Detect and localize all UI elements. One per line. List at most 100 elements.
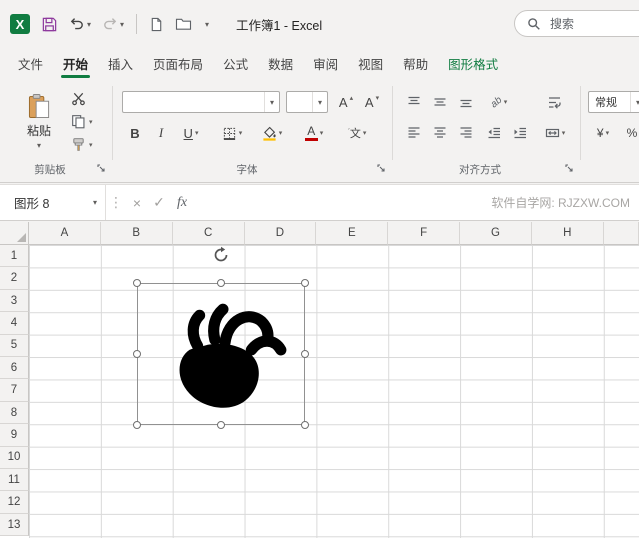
font-name-dropdown-icon[interactable]: ▾: [264, 92, 279, 112]
bottom-align-button[interactable]: [454, 91, 478, 113]
increase-font-size-button[interactable]: A ▴: [334, 91, 358, 113]
resize-handle-bottom-right[interactable]: [301, 421, 309, 429]
copy-button[interactable]: ▾: [68, 111, 106, 132]
column-header-partial[interactable]: [603, 222, 639, 245]
column-header-a[interactable]: A: [29, 222, 101, 245]
align-left-button[interactable]: [402, 122, 426, 144]
underline-button[interactable]: U ▾: [176, 122, 206, 144]
borders-dropdown-icon[interactable]: ▾: [239, 129, 243, 137]
row-header-13[interactable]: 13: [0, 513, 29, 537]
open-file-button[interactable]: [173, 11, 194, 37]
number-format-dropdown-icon[interactable]: ▾: [630, 92, 639, 112]
font-size-combo[interactable]: ▾: [286, 91, 328, 113]
tab-review[interactable]: 审阅: [303, 48, 348, 78]
column-header-h[interactable]: H: [531, 222, 604, 245]
paste-button[interactable]: 粘贴 ▾: [16, 86, 62, 156]
resize-handle-middle-right[interactable]: [301, 350, 309, 358]
row-header-5[interactable]: 5: [0, 334, 29, 358]
bold-button[interactable]: B: [124, 122, 146, 144]
font-color-button[interactable]: A ▾: [298, 122, 330, 144]
tab-insert[interactable]: 插入: [98, 48, 143, 78]
save-button[interactable]: [39, 11, 60, 37]
tab-page-layout[interactable]: 页面布局: [143, 48, 213, 78]
font-size-dropdown-icon[interactable]: ▾: [312, 92, 327, 112]
resize-handle-bottom-left[interactable]: [133, 421, 141, 429]
tab-file[interactable]: 文件: [8, 48, 53, 78]
resize-handle-middle-left[interactable]: [133, 350, 141, 358]
decrease-indent-button[interactable]: [482, 122, 506, 144]
name-box-dropdown-icon[interactable]: ▾: [93, 198, 97, 207]
shape-selection-box[interactable]: [133, 246, 309, 429]
resize-handle-bottom-center[interactable]: [217, 421, 225, 429]
font-name-combo[interactable]: ▾: [122, 91, 280, 113]
name-box[interactable]: 图形 8 ▾: [0, 185, 106, 220]
wrap-text-button[interactable]: [540, 91, 568, 113]
increase-indent-button[interactable]: [508, 122, 532, 144]
number-format-combo[interactable]: 常规 ▾: [588, 91, 639, 113]
phonetic-dropdown-icon[interactable]: ▾: [363, 129, 367, 137]
orientation-dropdown-icon[interactable]: ▾: [504, 98, 508, 106]
row-header-3[interactable]: 3: [0, 289, 29, 313]
resize-handle-top-center[interactable]: [217, 279, 225, 287]
row-header-9[interactable]: 9: [0, 424, 29, 447]
percent-style-button[interactable]: %: [622, 122, 639, 144]
row-header-4[interactable]: 4: [0, 312, 29, 335]
row-header-12[interactable]: 12: [0, 491, 29, 514]
font-color-dropdown-icon[interactable]: ▾: [320, 129, 324, 137]
tab-view[interactable]: 视图: [348, 48, 393, 78]
customize-qat-button[interactable]: ▾: [201, 11, 211, 37]
rotate-handle[interactable]: [212, 246, 230, 264]
decrease-font-size-button[interactable]: A ▾: [360, 91, 384, 113]
orientation-button[interactable]: ab ▾: [482, 91, 516, 113]
tab-home[interactable]: 开始: [53, 48, 98, 78]
tab-data[interactable]: 数据: [258, 48, 303, 78]
search-box[interactable]: 搜索: [514, 10, 639, 37]
row-header-8[interactable]: 8: [0, 401, 29, 425]
tab-formulas[interactable]: 公式: [213, 48, 258, 78]
tab-shape-format[interactable]: 图形格式: [438, 48, 508, 78]
accounting-format-button[interactable]: ¥ ▾: [588, 122, 618, 144]
italic-button[interactable]: I: [150, 122, 172, 144]
row-header-11[interactable]: 11: [0, 469, 29, 492]
resize-handle-top-left[interactable]: [133, 279, 141, 287]
align-right-button[interactable]: [454, 122, 478, 144]
cancel-button[interactable]: ×: [126, 185, 148, 220]
align-center-button[interactable]: [428, 122, 452, 144]
formula-bar-splitter[interactable]: ⋮: [109, 185, 123, 220]
fill-color-dropdown-icon[interactable]: ▾: [279, 129, 283, 137]
cut-button[interactable]: [68, 88, 106, 109]
merge-center-button[interactable]: ▾: [538, 122, 572, 144]
borders-button[interactable]: ▾: [216, 122, 248, 144]
formula-input[interactable]: [198, 185, 519, 220]
paste-dropdown-icon[interactable]: ▾: [37, 141, 41, 150]
resize-handle-top-right[interactable]: [301, 279, 309, 287]
column-header-d[interactable]: D: [244, 222, 317, 245]
accounting-dropdown-icon[interactable]: ▾: [606, 129, 610, 137]
column-header-g[interactable]: G: [460, 222, 532, 245]
new-document-button[interactable]: [147, 11, 166, 37]
alignment-dialog-launcher[interactable]: [564, 163, 576, 175]
phonetic-guide-button[interactable]: ˊ文 ▾: [340, 122, 374, 144]
redo-button[interactable]: ▾: [100, 11, 126, 37]
top-align-button[interactable]: [402, 91, 426, 113]
enter-button[interactable]: ✓: [148, 185, 170, 220]
row-header-10[interactable]: 10: [0, 446, 29, 470]
excel-app-button[interactable]: X: [8, 11, 32, 37]
column-header-e[interactable]: E: [316, 222, 389, 245]
row-header-6[interactable]: 6: [0, 357, 29, 380]
fill-color-button[interactable]: ▾: [256, 122, 288, 144]
column-header-f[interactable]: F: [388, 222, 461, 245]
tab-help[interactable]: 帮助: [393, 48, 438, 78]
select-all-button[interactable]: [0, 222, 29, 245]
undo-button[interactable]: ▾: [67, 11, 93, 37]
row-header-2[interactable]: 2: [0, 267, 29, 290]
font-dialog-launcher[interactable]: [376, 163, 388, 175]
clipboard-dialog-launcher[interactable]: [96, 163, 108, 175]
column-header-c[interactable]: C: [172, 222, 245, 245]
row-header-1[interactable]: 1: [0, 245, 29, 268]
underline-dropdown-icon[interactable]: ▾: [195, 129, 199, 137]
insert-function-button[interactable]: fx: [170, 185, 194, 220]
format-painter-button[interactable]: ▾: [68, 134, 106, 155]
undo-dropdown-icon[interactable]: ▾: [87, 20, 91, 29]
merge-dropdown-icon[interactable]: ▾: [562, 129, 566, 137]
